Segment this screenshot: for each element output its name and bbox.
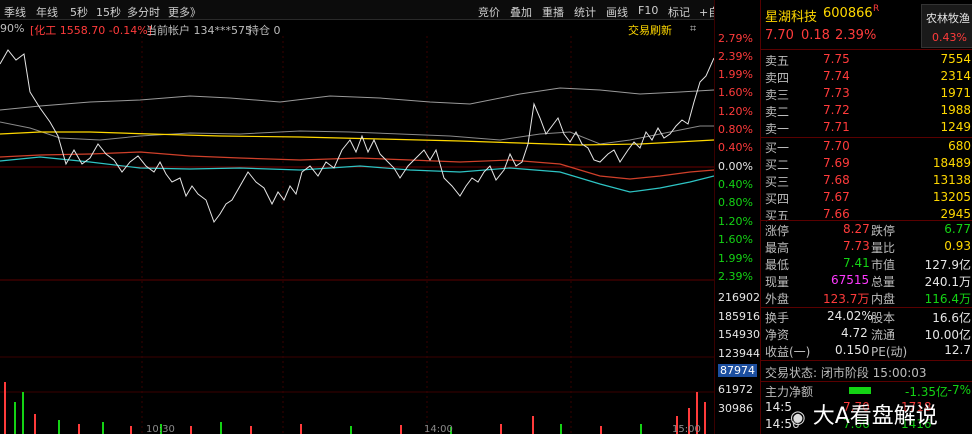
- y-tick: 0.00%: [718, 160, 753, 173]
- stat-row-outer: 外盘 123.7万 内盘 116.4万: [765, 292, 971, 306]
- x-tick-1030: 10:30: [146, 424, 175, 434]
- x-tick-1400: 14:00: [424, 424, 453, 434]
- quote-panel: 星湖科技 600866 R 7.70 0.18 2.39% 农林牧渔 0.43%…: [760, 0, 972, 434]
- y-tick: 1.99%: [718, 252, 753, 265]
- bid-row-2: 买二 7.69 18489: [765, 156, 971, 172]
- sector-button[interactable]: 农林牧渔: [926, 10, 970, 26]
- y-tick: 1.60%: [718, 233, 753, 246]
- stock-price: 7.70: [765, 28, 794, 43]
- trade-status: 交易状态: 闭市阶段 15:00:03: [765, 366, 927, 380]
- stock-name: 星湖科技: [765, 10, 818, 25]
- vol-tick: 185916: [718, 310, 760, 323]
- stock-tag: R: [873, 4, 880, 14]
- tab-more[interactable]: 更多》: [168, 4, 201, 20]
- intraday-chart[interactable]: 10:30 14:00 15:00: [0, 36, 714, 434]
- bid-row-3: 买三 7.68 13138: [765, 173, 971, 189]
- stat-row-limit: 涨停 8.27 跌停 6.77: [765, 222, 971, 238]
- stock-change-pct: 2.39%: [835, 28, 877, 43]
- statistics-button[interactable]: 统计: [574, 4, 596, 20]
- y-tick: 0.80%: [718, 196, 753, 209]
- y-tick: 2.79%: [718, 32, 753, 45]
- y-tick: 0.80%: [718, 123, 753, 136]
- vol-tick: 216902: [718, 291, 760, 304]
- tab-15s[interactable]: 15秒: [96, 4, 121, 20]
- stock-code: 600866: [823, 6, 873, 21]
- stat-row-volume: 现量 67515 总量 240.1万: [765, 273, 971, 289]
- stat-row-eps: 收益(一) 0.150 PE(动) 12.7: [765, 343, 971, 359]
- bid-row-1: 买一 7.70 680: [765, 139, 971, 155]
- y-tick: 0.40%: [718, 141, 753, 154]
- ask-row-3: 卖三 7.73 1971: [765, 86, 971, 102]
- ask-row-4: 卖四 7.74 2314: [765, 69, 971, 85]
- grid-icon[interactable]: ⌗: [690, 22, 696, 36]
- red-ma-line: [0, 151, 714, 180]
- vol-tick-current: 87974: [718, 364, 757, 377]
- ask-row-5: 卖五 7.75 7554: [765, 52, 971, 68]
- y-tick: 1.99%: [718, 68, 753, 81]
- watermark: ◉ 大A看盘解说: [790, 404, 938, 429]
- tab-year-line[interactable]: 年线: [36, 4, 58, 20]
- y-tick: 2.39%: [718, 50, 753, 63]
- auction-button[interactable]: 竞价: [478, 4, 500, 20]
- stat-row-netasset: 净资 4.72 流通 10.00亿: [765, 326, 971, 342]
- vol-tick: 154930: [718, 328, 760, 341]
- stock-change: 0.18: [801, 28, 830, 43]
- mark-button[interactable]: 标记: [668, 4, 690, 20]
- sector-pct: 0.43%: [932, 31, 967, 44]
- ask-row-2: 卖二 7.72 1988: [765, 103, 971, 119]
- y-tick: 2.39%: [718, 270, 753, 283]
- upper-band-line: [0, 87, 714, 111]
- stat-row-high: 最高 7.73 量比 0.93: [765, 239, 971, 255]
- replay-button[interactable]: 重播: [542, 4, 564, 20]
- y-tick: 0.40%: [718, 178, 753, 191]
- cyan-ma-line: [0, 156, 714, 193]
- vol-tick: 61972: [718, 383, 753, 396]
- tab-multi-timeshare[interactable]: 多分时: [127, 4, 160, 20]
- bid-row-4: 买四 7.67 13205: [765, 190, 971, 206]
- price-line: [0, 49, 714, 224]
- vol-tick: 123944: [718, 347, 760, 360]
- chart-info-bar: 90% [化工 1558.70 -0.14%] 当前帐户 134***575 持…: [0, 20, 714, 37]
- weibo-icon: ◉: [790, 407, 806, 428]
- zoom-pct: 90%: [0, 22, 25, 35]
- sector-box[interactable]: 农林牧渔 0.43%: [921, 4, 972, 48]
- tab-quarter-line[interactable]: 季线: [4, 4, 26, 20]
- overlay-button[interactable]: 叠加: [510, 4, 532, 20]
- draw-line-button[interactable]: 画线: [606, 4, 628, 20]
- y-tick: 1.20%: [718, 215, 753, 228]
- price-axis: 2.79% 2.39% 1.99% 1.60% 1.20% 0.80% 0.40…: [714, 0, 760, 434]
- y-tick: 1.60%: [718, 86, 753, 99]
- main-flow-bar: [849, 387, 871, 394]
- f10-button[interactable]: F10: [638, 4, 658, 17]
- vol-tick: 30986: [718, 402, 753, 415]
- stat-row-low: 最低 7.41 市值 127.9亿: [765, 256, 971, 272]
- chart-grid: [0, 36, 714, 434]
- y-tick: 1.20%: [718, 105, 753, 118]
- ask-row-1: 卖一 7.71 1249: [765, 120, 971, 136]
- stat-row-turnover: 换手 24.02% 股本 16.6亿: [765, 309, 971, 325]
- tab-5s[interactable]: 5秒: [70, 4, 88, 20]
- x-tick-1500: 15:00: [672, 424, 701, 434]
- volume-bars: [4, 382, 706, 434]
- chart-toolbar: 季线 年线 5秒 15秒 多分时 更多》 竞价 叠加 重播 统计 画线 F10 …: [0, 0, 760, 20]
